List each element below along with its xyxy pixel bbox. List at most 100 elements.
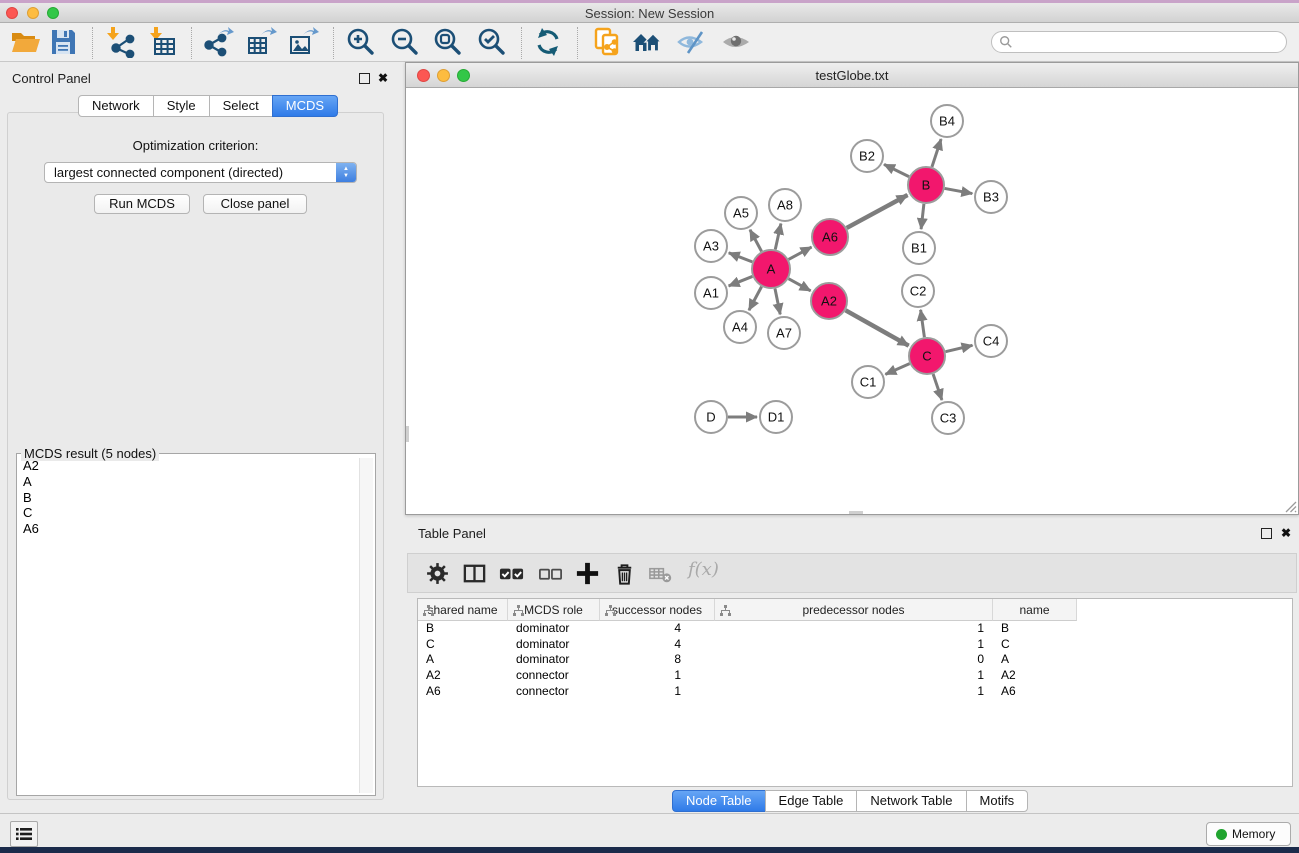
table-cell[interactable]: 1 — [715, 637, 993, 653]
table-row[interactable]: A6connector11A6 — [418, 684, 1292, 700]
table-cell[interactable]: 0 — [715, 652, 993, 668]
table-cell[interactable]: 1 — [600, 684, 715, 700]
node-B[interactable]: B — [908, 167, 944, 203]
tab-select[interactable]: Select — [209, 95, 273, 117]
column-header-shared-name[interactable]: shared name — [418, 599, 508, 621]
node-A2[interactable]: A2 — [811, 283, 847, 319]
network-window-titlebar[interactable]: testGlobe.txt — [406, 63, 1298, 88]
node-A1[interactable]: A1 — [695, 277, 727, 309]
table-row[interactable]: A2connector11A2 — [418, 668, 1292, 684]
table-row[interactable]: Cdominator41C — [418, 637, 1292, 653]
column-header-predecessor-nodes[interactable]: predecessor nodes — [715, 599, 993, 621]
resize-grip[interactable] — [1284, 500, 1297, 513]
export-image-icon[interactable] — [287, 26, 319, 58]
export-network-icon[interactable] — [202, 26, 234, 58]
column-header-MCDS-role[interactable]: MCDS role — [508, 599, 600, 621]
table-cell[interactable]: B — [418, 621, 508, 637]
table-cell[interactable]: 1 — [600, 668, 715, 684]
column-header-successor-nodes[interactable]: successor nodes — [600, 599, 715, 621]
add-row-icon[interactable] — [574, 560, 601, 587]
mcds-result-item[interactable]: A — [19, 474, 358, 490]
table-cell[interactable]: connector — [508, 668, 600, 684]
tab-motifs[interactable]: Motifs — [966, 790, 1029, 812]
home-reset-icon[interactable] — [631, 26, 663, 58]
deselect-all-icon[interactable] — [537, 560, 564, 587]
mcds-result-item[interactable]: A6 — [19, 521, 358, 537]
zoom-selected-icon[interactable] — [476, 26, 508, 58]
network-graph-canvas[interactable]: AA1A2A3A4A5A6A7A8BB1B2B3B4CC1C2C3C4DD1 — [406, 88, 1298, 514]
table-cell[interactable]: connector — [508, 684, 600, 700]
table-cell[interactable]: 1 — [715, 621, 993, 637]
node-B2[interactable]: B2 — [851, 140, 883, 172]
search-input[interactable] — [991, 31, 1287, 53]
delete-row-icon[interactable] — [611, 560, 638, 587]
table-cell[interactable]: C — [418, 637, 508, 653]
table-cell[interactable]: 1 — [715, 668, 993, 684]
node-A[interactable]: A — [752, 250, 790, 288]
node-C4[interactable]: C4 — [975, 325, 1007, 357]
show-panels-button[interactable] — [10, 821, 38, 847]
close-table-panel-icon[interactable]: ✖ — [1281, 528, 1291, 539]
hide-selected-icon[interactable] — [675, 26, 707, 58]
node-B4[interactable]: B4 — [931, 105, 963, 137]
node-B3[interactable]: B3 — [975, 181, 1007, 213]
node-A6[interactable]: A6 — [812, 219, 848, 255]
mcds-result-item[interactable]: C — [19, 505, 358, 521]
table-cell[interactable]: A — [993, 652, 1077, 668]
tab-network-table[interactable]: Network Table — [856, 790, 966, 812]
node-A5[interactable]: A5 — [725, 197, 757, 229]
save-session-icon[interactable] — [47, 26, 79, 58]
table-cell[interactable]: dominator — [508, 652, 600, 668]
column-header-name[interactable]: name — [993, 599, 1077, 621]
tab-node-table[interactable]: Node Table — [672, 790, 766, 812]
settings-gear-icon[interactable] — [424, 560, 451, 587]
zoom-fit-icon[interactable] — [432, 26, 464, 58]
table-cell[interactable]: 4 — [600, 621, 715, 637]
table-cell[interactable]: 8 — [600, 652, 715, 668]
export-table-icon[interactable] — [245, 26, 277, 58]
close-panel-button[interactable]: Close panel — [203, 194, 307, 214]
memory-button[interactable]: Memory — [1206, 822, 1291, 846]
node-A4[interactable]: A4 — [724, 311, 756, 343]
node-C2[interactable]: C2 — [902, 275, 934, 307]
refresh-icon[interactable] — [532, 26, 564, 58]
column-visibility-icon[interactable] — [461, 560, 488, 587]
first-neighbors-icon[interactable] — [591, 26, 623, 58]
show-all-icon[interactable] — [720, 26, 752, 58]
close-panel-icon[interactable]: ✖ — [378, 73, 388, 84]
mcds-result-item[interactable]: A2 — [19, 458, 358, 474]
table-row[interactable]: Bdominator41B — [418, 621, 1292, 637]
node-C[interactable]: C — [909, 338, 945, 374]
tab-edge-table[interactable]: Edge Table — [765, 790, 858, 812]
zoom-out-icon[interactable] — [389, 26, 421, 58]
table-cell[interactable]: A2 — [418, 668, 508, 684]
network-horizontal-scrollbar[interactable] — [849, 511, 863, 514]
table-cell[interactable]: dominator — [508, 637, 600, 653]
mcds-result-item[interactable]: B — [19, 490, 358, 506]
node-B1[interactable]: B1 — [903, 232, 935, 264]
zoom-in-icon[interactable] — [345, 26, 377, 58]
delete-table-icon[interactable] — [647, 560, 674, 587]
node-A8[interactable]: A8 — [769, 189, 801, 221]
node-D1[interactable]: D1 — [760, 401, 792, 433]
table-cell[interactable]: 1 — [715, 684, 993, 700]
import-table-icon[interactable] — [147, 26, 179, 58]
node-C3[interactable]: C3 — [932, 402, 964, 434]
select-all-icon[interactable] — [498, 560, 525, 587]
table-row[interactable]: Adominator80A — [418, 652, 1292, 668]
run-mcds-button[interactable]: Run MCDS — [94, 194, 190, 214]
table-cell[interactable]: 4 — [600, 637, 715, 653]
mcds-result-scrollbar[interactable] — [359, 458, 373, 793]
tab-mcds[interactable]: MCDS — [272, 95, 338, 117]
open-file-icon[interactable] — [9, 26, 41, 58]
node-A7[interactable]: A7 — [768, 317, 800, 349]
optimization-criterion-dropdown[interactable]: largest connected component (directed) ▲… — [44, 162, 357, 183]
float-table-panel-icon[interactable] — [1261, 528, 1272, 539]
table-cell[interactable]: B — [993, 621, 1077, 637]
table-cell[interactable]: A6 — [993, 684, 1077, 700]
table-cell[interactable]: C — [993, 637, 1077, 653]
node-D[interactable]: D — [695, 401, 727, 433]
float-panel-icon[interactable] — [359, 73, 370, 84]
node-C1[interactable]: C1 — [852, 366, 884, 398]
network-vertical-scrollbar[interactable] — [406, 426, 409, 442]
